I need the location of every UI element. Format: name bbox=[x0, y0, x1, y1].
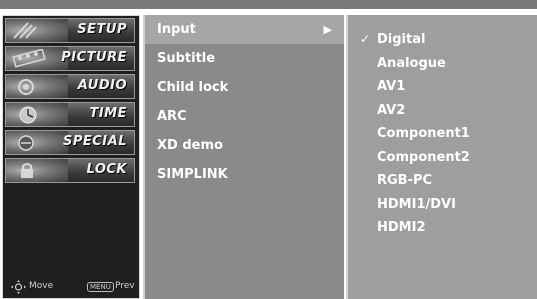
option-label: AV2 bbox=[377, 102, 406, 118]
menu-item-audio[interactable]: AUDIO bbox=[5, 74, 135, 99]
option-label: AV1 bbox=[377, 79, 406, 94]
menu-item-setup[interactable]: SETUP bbox=[5, 18, 135, 43]
prev-label: Prev bbox=[115, 281, 135, 291]
option-digital[interactable]: ✓ Digital bbox=[348, 28, 537, 52]
option-label: RGB-PC bbox=[377, 173, 433, 188]
menu-item-label: SPECIAL bbox=[63, 134, 127, 149]
option-label: Digital bbox=[377, 32, 426, 47]
menu-key-icon: MENU bbox=[87, 282, 114, 292]
option-component2[interactable]: Component2 bbox=[348, 146, 537, 170]
submenu-item-simplink[interactable]: SIMPLINK bbox=[145, 160, 344, 189]
dpad-icon bbox=[11, 280, 26, 297]
submenu-item-label: Child lock bbox=[157, 80, 229, 95]
menu-item-picture[interactable]: PICTURE bbox=[5, 46, 135, 71]
option-label: Component2 bbox=[377, 149, 470, 165]
satellite-dish-icon bbox=[6, 19, 68, 42]
submenu-item-label: SIMPLINK bbox=[157, 167, 228, 182]
submenu-item-label: Subtitle bbox=[157, 51, 216, 66]
submenu-item-label: ARC bbox=[157, 109, 187, 124]
submenu-item-label: XD demo bbox=[157, 138, 223, 153]
navigation-legend: Move MENU Prev bbox=[11, 280, 137, 294]
main-menu-sidebar: SETUP PICTURE AUDIO TIME SPECIAL LOCK Mo… bbox=[2, 15, 140, 299]
option-component1[interactable]: Component1 bbox=[348, 122, 537, 146]
submenu-item-child-lock[interactable]: Child lock bbox=[145, 73, 344, 102]
menu-item-label: AUDIO bbox=[77, 78, 127, 93]
clock-icon bbox=[6, 103, 68, 126]
submenu-item-input[interactable]: Input ▶ bbox=[145, 15, 344, 44]
option-label: HDMI1/DVI bbox=[377, 196, 456, 212]
option-av1[interactable]: AV1 bbox=[348, 75, 537, 99]
menu-item-label: TIME bbox=[89, 106, 127, 121]
option-rgb-pc[interactable]: RGB-PC bbox=[348, 169, 537, 193]
option-label: Component1 bbox=[377, 126, 470, 141]
option-analogue[interactable]: Analogue bbox=[348, 52, 537, 76]
move-label: Move bbox=[29, 281, 54, 291]
menu-item-label: SETUP bbox=[77, 22, 127, 37]
submenu-item-xd-demo[interactable]: XD demo bbox=[145, 131, 344, 160]
menu-item-label: LOCK bbox=[86, 162, 127, 177]
lock-icon bbox=[6, 159, 68, 182]
submenu-item-arc[interactable]: ARC bbox=[145, 102, 344, 131]
special-badge-icon bbox=[6, 131, 68, 154]
checkmark-icon: ✓ bbox=[360, 32, 371, 46]
top-bar bbox=[0, 0, 537, 9]
menu-item-label: PICTURE bbox=[61, 50, 127, 65]
option-label: HDMI2 bbox=[377, 220, 426, 235]
speaker-icon bbox=[6, 75, 68, 98]
option-hdmi1-dvi[interactable]: HDMI1/DVI bbox=[348, 193, 537, 217]
option-submenu: Input ▶ Subtitle Child lock ARC XD demo … bbox=[143, 15, 344, 299]
submenu-item-label: Input bbox=[157, 22, 196, 37]
submenu-item-subtitle[interactable]: Subtitle bbox=[145, 44, 344, 73]
option-label: Analogue bbox=[377, 55, 446, 71]
option-hdmi2[interactable]: HDMI2 bbox=[348, 216, 537, 240]
option-av2[interactable]: AV2 bbox=[348, 99, 537, 123]
arrow-right-icon: ▶ bbox=[323, 23, 332, 36]
tv-menu-screen: SETUP PICTURE AUDIO TIME SPECIAL LOCK Mo… bbox=[0, 0, 537, 299]
input-source-list: ✓ Digital Analogue AV1 AV2 Component1 Co… bbox=[346, 15, 537, 299]
menu-item-lock[interactable]: LOCK bbox=[5, 158, 135, 183]
menu-item-time[interactable]: TIME bbox=[5, 102, 135, 127]
menu-item-special[interactable]: SPECIAL bbox=[5, 130, 135, 155]
film-reel-icon bbox=[6, 47, 68, 70]
